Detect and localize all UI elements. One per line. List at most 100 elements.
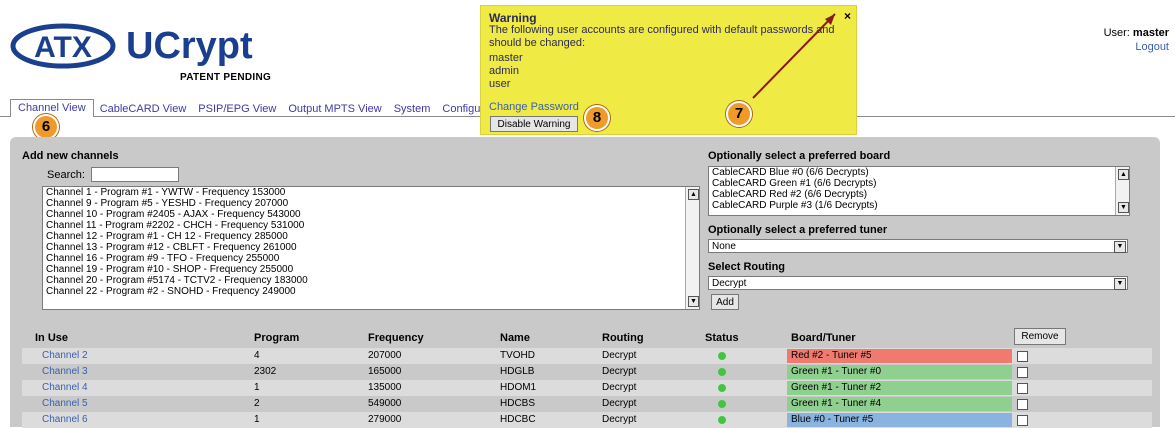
callout-arrow	[752, 13, 836, 99]
tab-channel-view[interactable]: Channel View	[10, 99, 94, 117]
tuner-select[interactable]: None ▼	[708, 239, 1128, 253]
remove-checkbox[interactable]	[1017, 351, 1028, 362]
close-icon[interactable]: ×	[844, 9, 851, 23]
board-tuner-cell: Green #1 - Tuner #4	[787, 397, 1012, 411]
channel-option[interactable]: Channel 11 - Program #2202 - CHCH - Freq…	[43, 220, 699, 231]
routing-cell: Decrypt	[602, 398, 637, 409]
routing-cell: Decrypt	[602, 366, 637, 377]
name-cell: TVOHD	[500, 350, 535, 361]
channel-option[interactable]: Channel 22 - Program #2 - SNOHD - Freque…	[43, 286, 699, 297]
logout-link[interactable]: Logout	[1104, 40, 1169, 54]
board-tuner-cell: Green #1 - Tuner #0	[787, 365, 1012, 379]
name-cell: HDOM1	[500, 382, 537, 393]
warning-user: admin	[489, 65, 519, 77]
remove-checkbox[interactable]	[1017, 367, 1028, 378]
scroll-up-icon[interactable]: ▲	[1118, 169, 1129, 180]
name-cell: HDCBC	[500, 414, 536, 425]
logo-atx-text: ATX	[34, 31, 92, 64]
col-header-frequency: Frequency	[368, 332, 424, 344]
board-option[interactable]: CableCARD Red #2 (6/6 Decrypts)	[709, 189, 1129, 200]
search-input[interactable]	[91, 167, 179, 182]
chevron-down-icon[interactable]: ▼	[1114, 241, 1126, 253]
table-row: Channel 5 2 549000 HDCBS Decrypt Green #…	[22, 396, 1152, 412]
channel-option[interactable]: Channel 13 - Program #12 - CBLFT - Frequ…	[43, 242, 699, 253]
warning-user: master	[489, 52, 523, 64]
board-option[interactable]: CableCARD Green #1 (6/6 Decrypts)	[709, 178, 1129, 189]
user-label: User:	[1103, 27, 1130, 39]
tab-cablecard-view[interactable]: CableCARD View	[94, 101, 193, 117]
board-option[interactable]: CableCARD Blue #0 (6/6 Decrypts)	[709, 167, 1129, 178]
table-row: Channel 2 4 207000 TVOHD Decrypt Red #2 …	[22, 348, 1152, 364]
change-password-link[interactable]: Change Password	[489, 101, 579, 113]
remove-button[interactable]: Remove	[1014, 328, 1066, 345]
board-listbox[interactable]: CableCARD Blue #0 (6/6 Decrypts) CableCA…	[708, 166, 1130, 216]
routing-select[interactable]: Decrypt ▼	[708, 276, 1128, 290]
disable-warning-button[interactable]: Disable Warning	[490, 116, 578, 132]
program-cell: 2302	[254, 366, 277, 377]
remove-checkbox[interactable]	[1017, 415, 1028, 426]
channel-option[interactable]: Channel 10 - Program #2405 - AJAX - Freq…	[43, 209, 699, 220]
tuner-heading: Optionally select a preferred tuner	[708, 224, 888, 236]
status-dot-icon	[718, 416, 726, 424]
col-header-program: Program	[254, 332, 300, 344]
add-channels-heading: Add new channels	[22, 150, 119, 162]
table-row: Channel 4 1 135000 HDOM1 Decrypt Green #…	[22, 380, 1152, 396]
scroll-down-icon[interactable]: ▼	[688, 296, 699, 307]
user-name: master	[1132, 27, 1169, 39]
status-dot-icon	[718, 400, 726, 408]
name-cell: HDGLB	[500, 366, 535, 377]
program-cell: 2	[254, 398, 260, 409]
channel-option[interactable]: Channel 1 - Program #1 - YWTW - Frequenc…	[43, 187, 699, 198]
frequency-cell: 549000	[368, 398, 402, 409]
routing-cell: Decrypt	[602, 414, 637, 425]
channels-listbox[interactable]: Channel 1 - Program #1 - YWTW - Frequenc…	[42, 186, 700, 310]
channel-link[interactable]: Channel 3	[42, 364, 88, 380]
routing-select-value: Decrypt	[712, 278, 747, 289]
channel-option[interactable]: Channel 9 - Program #5 - YESHD - Frequen…	[43, 198, 699, 209]
add-button[interactable]: Add	[711, 294, 739, 310]
warning-user-list: master admin user	[489, 52, 523, 91]
board-scrollbar[interactable]: ▲ ▼	[1115, 167, 1129, 215]
col-header-status: Status	[705, 332, 739, 344]
channel-option[interactable]: Channel 12 - Program #1 - CH 12 - Freque…	[43, 231, 699, 242]
routing-cell: Decrypt	[602, 382, 637, 393]
board-heading: Optionally select a preferred board	[708, 150, 891, 162]
channel-link[interactable]: Channel 5	[42, 396, 88, 412]
col-header-routing: Routing	[602, 332, 644, 344]
board-tuner-cell: Green #1 - Tuner #2	[787, 381, 1012, 395]
search-label: Search:	[47, 169, 85, 181]
scroll-up-icon[interactable]: ▲	[688, 189, 699, 200]
tab-psip-epg-view[interactable]: PSIP/EPG View	[192, 101, 282, 117]
channel-option[interactable]: Channel 20 - Program #5174 - TCTV2 - Fre…	[43, 275, 699, 286]
remove-checkbox[interactable]	[1017, 399, 1028, 410]
frequency-cell: 207000	[368, 350, 402, 361]
tab-bar: Channel View CableCARD View PSIP/EPG Vie…	[10, 99, 514, 117]
remove-checkbox[interactable]	[1017, 383, 1028, 394]
scroll-down-icon[interactable]: ▼	[1118, 202, 1129, 213]
channel-option[interactable]: Channel 19 - Program #10 - SHOP - Freque…	[43, 264, 699, 275]
channel-link[interactable]: Channel 2	[42, 348, 88, 364]
logo-ucrypt-text: UCrypt	[126, 25, 253, 67]
frequency-cell: 279000	[368, 414, 402, 425]
channel-option[interactable]: Channel 16 - Program #9 - TFO - Frequenc…	[43, 253, 699, 264]
program-cell: 4	[254, 350, 260, 361]
tab-output-mpts-view[interactable]: Output MPTS View	[282, 101, 387, 117]
tuner-select-value: None	[712, 241, 736, 252]
channels-scrollbar[interactable]: ▲ ▼	[685, 187, 699, 309]
col-header-board-tuner: Board/Tuner	[791, 332, 856, 344]
status-dot-icon	[718, 368, 726, 376]
chevron-down-icon[interactable]: ▼	[1114, 278, 1126, 290]
routing-cell: Decrypt	[602, 350, 637, 361]
callout-badge-8: 8	[584, 105, 610, 131]
board-option[interactable]: CableCARD Purple #3 (1/6 Decrypts)	[709, 200, 1129, 211]
patent-pending-label: PATENT PENDING	[180, 72, 272, 83]
tab-system[interactable]: System	[388, 101, 437, 117]
user-area: User: master Logout	[1104, 26, 1169, 54]
channel-link[interactable]: Channel 6	[42, 412, 88, 428]
channel-link[interactable]: Channel 4	[42, 380, 88, 396]
table-row: Channel 6 1 279000 HDCBC Decrypt Blue #0…	[22, 412, 1152, 428]
table-row: Channel 3 2302 165000 HDGLB Decrypt Gree…	[22, 364, 1152, 380]
status-dot-icon	[718, 384, 726, 392]
warning-title: Warning	[489, 11, 537, 25]
col-header-in-use: In Use	[35, 332, 69, 344]
